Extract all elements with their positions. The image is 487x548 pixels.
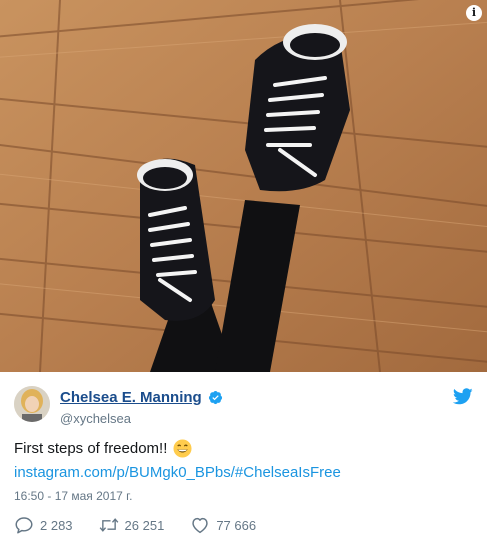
tweet-text-body: First steps of freedom!!: [14, 440, 168, 457]
sneakers-photo: [0, 0, 487, 372]
tweet-text: First steps of freedom!!: [14, 439, 192, 458]
tweet-photo[interactable]: i: [0, 0, 487, 372]
author-display-name[interactable]: Chelsea E. Manning: [60, 389, 202, 406]
retweet-button[interactable]: 26 251: [99, 516, 165, 534]
verified-badge-icon: [208, 390, 222, 405]
like-button[interactable]: 77 666: [190, 516, 256, 534]
twitter-bird-icon[interactable]: [453, 388, 473, 405]
tweet-timestamp[interactable]: 16:50 - 17 мая 2017 г.: [14, 489, 132, 503]
reply-count: 2 283: [40, 517, 73, 533]
grinning-face-emoji-icon: [173, 439, 192, 458]
reply-button[interactable]: 2 283: [14, 516, 73, 534]
author-name-row: Chelsea E. Manning: [60, 389, 223, 406]
tweet-actions: 2 283 26 251 77 666: [14, 516, 282, 534]
retweet-count: 26 251: [124, 517, 165, 533]
author-handle[interactable]: @xychelsea: [60, 411, 131, 426]
retweet-icon: [99, 518, 118, 532]
tweet-link[interactable]: instagram.com/p/BUMgk0_BPbs/#ChelseaIsFr…: [14, 464, 341, 481]
avatar[interactable]: [14, 386, 50, 422]
tweet-card: Chelsea E. Manning @xychelsea First step…: [0, 372, 487, 548]
info-icon[interactable]: i: [466, 5, 482, 21]
reply-icon: [15, 517, 33, 534]
like-count: 77 666: [216, 517, 257, 533]
heart-icon: [192, 517, 209, 534]
